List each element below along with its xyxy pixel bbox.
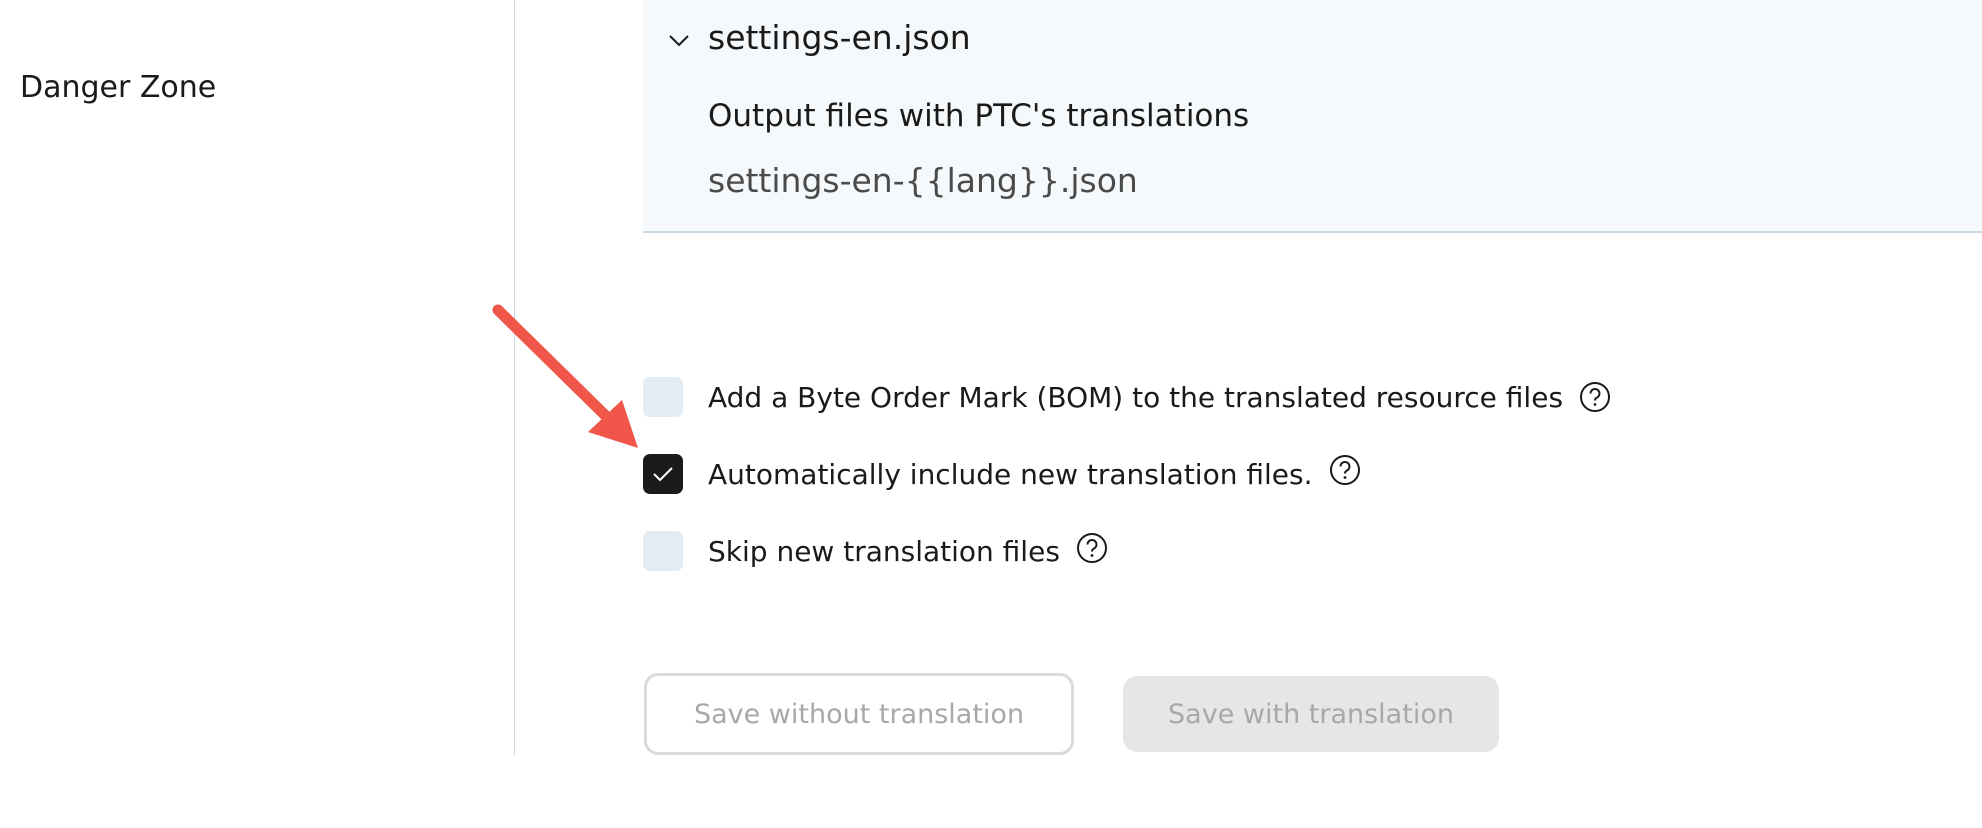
option-auto-include[interactable]: Automatically include new translation fi… — [643, 454, 1361, 494]
resource-file-name[interactable]: settings-en.json — [708, 18, 971, 57]
annotation-arrow-icon — [492, 304, 638, 448]
add-bom-checkbox[interactable] — [643, 377, 683, 417]
resource-file-panel: settings-en.json Output files with PTC's… — [643, 0, 1982, 233]
chevron-down-icon[interactable] — [667, 28, 691, 52]
question-circle-icon[interactable] — [1579, 381, 1611, 413]
auto-include-label: Automatically include new translation fi… — [708, 457, 1313, 491]
skip-new-checkbox[interactable] — [643, 531, 683, 571]
question-circle-icon[interactable] — [1076, 532, 1108, 564]
save-with-translation-button[interactable]: Save with translation — [1123, 676, 1499, 752]
checkmark-icon — [653, 467, 673, 482]
output-file-pattern: settings-en-{{lang}}.json — [708, 161, 1138, 200]
output-files-label: Output files with PTC's translations — [708, 98, 1250, 134]
option-skip-new[interactable]: Skip new translation files — [643, 531, 1108, 571]
sidebar-item-danger-zone[interactable]: Danger Zone — [20, 70, 216, 105]
option-add-bom[interactable]: Add a Byte Order Mark (BOM) to the trans… — [643, 377, 1611, 417]
sidebar-divider — [514, 0, 515, 756]
add-bom-label: Add a Byte Order Mark (BOM) to the trans… — [708, 380, 1564, 414]
save-without-translation-button[interactable]: Save without translation — [644, 673, 1074, 755]
skip-new-label: Skip new translation files — [708, 534, 1060, 568]
auto-include-checkbox[interactable] — [643, 454, 683, 494]
settings-page: Danger Zone settings-en.json Output file… — [0, 0, 1982, 828]
question-circle-icon[interactable] — [1329, 454, 1361, 486]
